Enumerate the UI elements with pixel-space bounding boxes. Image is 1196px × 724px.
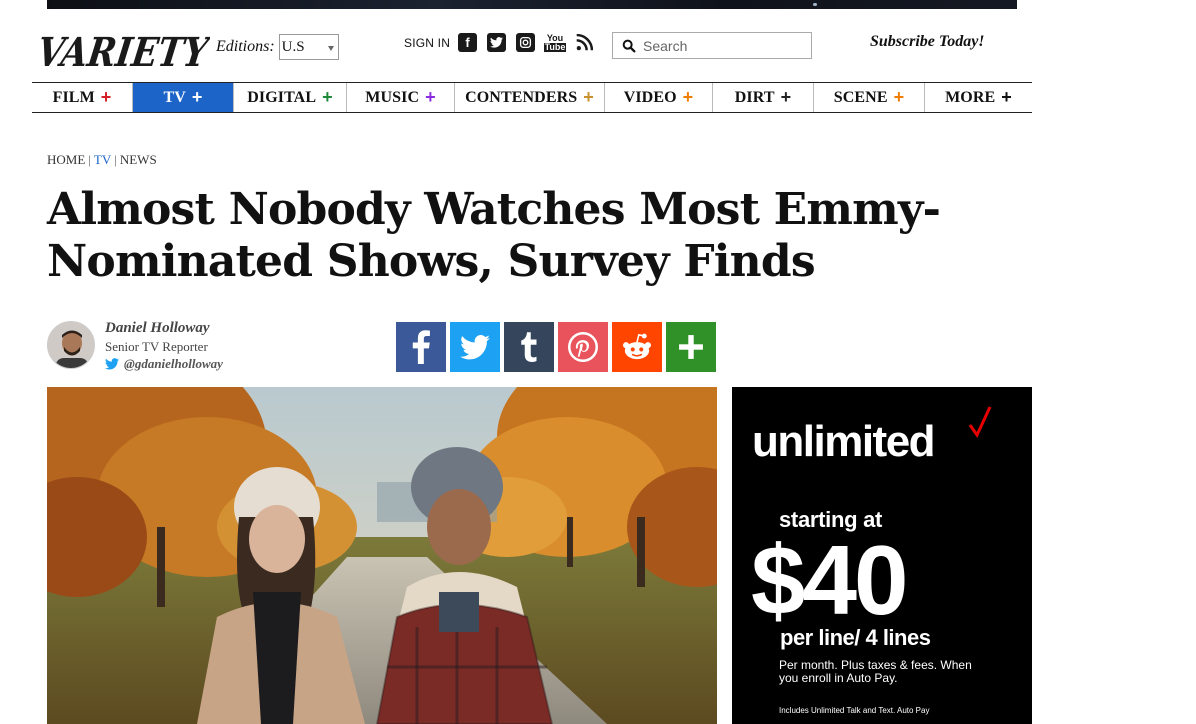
instagram-icon[interactable] bbox=[516, 33, 535, 52]
nav-label: VIDEO bbox=[623, 88, 677, 106]
author-twitter-handle[interactable]: @gdanielholloway bbox=[105, 356, 223, 372]
logo-text: VARIETY bbox=[34, 29, 210, 74]
youtube-icon[interactable]: You Tube bbox=[543, 33, 567, 52]
author-name[interactable]: Daniel Holloway bbox=[105, 320, 210, 337]
nav-item-tv[interactable]: TV + bbox=[133, 83, 234, 112]
search-icon bbox=[622, 39, 636, 52]
nav-item-contenders[interactable]: CONTENDERS + bbox=[455, 83, 605, 112]
search-input[interactable]: Search bbox=[612, 32, 812, 59]
nav-label: TV bbox=[163, 88, 186, 106]
breadcrumb-news[interactable]: NEWS bbox=[120, 152, 157, 167]
plus-icon: + bbox=[425, 87, 436, 107]
variety-logo[interactable]: VARIETY bbox=[34, 22, 210, 74]
nav-label: MORE bbox=[945, 88, 996, 106]
plus-icon: + bbox=[583, 87, 594, 107]
plus-icon: + bbox=[682, 87, 694, 107]
share-reddit-button[interactable] bbox=[612, 322, 662, 372]
editions-selector: Editions: U.S bbox=[216, 34, 339, 60]
nav-item-music[interactable]: MUSIC + bbox=[347, 83, 455, 112]
subscribe-link[interactable]: Subscribe Today! bbox=[870, 33, 985, 51]
share-pinterest-button[interactable] bbox=[558, 322, 608, 372]
twitter-handle-text: @gdanielholloway bbox=[124, 356, 223, 371]
checkmark-icon bbox=[968, 406, 992, 438]
nav-label: CONTENDERS bbox=[465, 88, 578, 106]
author-avatar[interactable] bbox=[47, 321, 95, 369]
breadcrumb-tv[interactable]: TV bbox=[94, 152, 111, 167]
verizon-ad[interactable]: unlimited starting at $40 per line/ 4 li… bbox=[732, 387, 1032, 724]
ad-per-line: per line/ 4 lines bbox=[780, 625, 931, 650]
pinterest-icon bbox=[568, 332, 598, 362]
search-placeholder: Search bbox=[643, 37, 688, 54]
ad-price: $40 bbox=[751, 525, 909, 635]
share-tumblr-button[interactable] bbox=[504, 322, 554, 372]
rss-icon[interactable] bbox=[575, 33, 593, 52]
hero-photo bbox=[47, 387, 717, 724]
breadcrumb: HOME | TV | NEWS bbox=[47, 152, 157, 168]
youtube-text-bottom: Tube bbox=[543, 41, 567, 52]
nav-label: DIRT bbox=[734, 88, 775, 106]
ad-fine-print-small: Includes Unlimited Talk and Text. Auto P… bbox=[779, 706, 930, 715]
nav-label: SCENE bbox=[833, 88, 888, 106]
plus-icon: + bbox=[322, 87, 333, 107]
nav-label: DIGITAL bbox=[247, 88, 317, 106]
plus-icon: + bbox=[780, 87, 792, 107]
editions-label: Editions: bbox=[216, 38, 275, 55]
headline-line-2: Nominated Shows, Survey Finds bbox=[47, 236, 816, 287]
nav-label: FILM bbox=[52, 88, 95, 106]
breadcrumb-separator: | bbox=[88, 152, 91, 167]
share-more-button[interactable] bbox=[666, 322, 716, 372]
plus-icon: + bbox=[100, 87, 112, 107]
tumblr-icon bbox=[521, 332, 537, 362]
share-bar bbox=[396, 322, 716, 372]
header-social-links: f You Tube bbox=[458, 33, 593, 52]
headline-line-1: Almost Nobody Watches Most Emmy- bbox=[47, 184, 941, 235]
twitter-icon[interactable] bbox=[487, 33, 506, 52]
facebook-icon bbox=[412, 330, 430, 364]
edition-selected-value: U.S bbox=[281, 39, 305, 55]
breadcrumb-separator: | bbox=[114, 152, 117, 167]
author-role: Senior TV Reporter bbox=[105, 339, 208, 354]
ad-fine-print: Per month. Plus taxes & fees. When you e… bbox=[779, 658, 972, 685]
nav-item-more[interactable]: MORE + bbox=[925, 83, 1032, 112]
dropdown-caret-icon bbox=[327, 46, 334, 51]
nav-item-digital[interactable]: DIGITAL + bbox=[234, 83, 347, 112]
plus-icon: + bbox=[893, 87, 905, 107]
top-ad-banner[interactable] bbox=[47, 0, 1017, 9]
article-headline: Almost Nobody Watches Most Emmy- Nominat… bbox=[47, 184, 947, 288]
edition-dropdown[interactable]: U.S bbox=[278, 34, 339, 60]
nav-item-scene[interactable]: SCENE + bbox=[814, 83, 925, 112]
share-facebook-button[interactable] bbox=[396, 322, 446, 372]
nav-item-film[interactable]: FILM + bbox=[32, 83, 133, 112]
ad-brand-word: unlimited bbox=[752, 417, 936, 466]
plus-icon: + bbox=[191, 87, 203, 107]
article-hero-image[interactable] bbox=[47, 387, 717, 724]
sign-in-link[interactable]: SIGN IN bbox=[404, 36, 450, 50]
twitter-icon bbox=[105, 358, 119, 370]
main-nav: FILM + TV + DIGITAL + MUSIC + CONTENDERS + VI… bbox=[32, 82, 1032, 113]
nav-label: MUSIC bbox=[365, 88, 420, 106]
plus-icon bbox=[679, 335, 703, 359]
share-twitter-button[interactable] bbox=[450, 322, 500, 372]
breadcrumb-home[interactable]: HOME bbox=[47, 152, 85, 167]
facebook-icon[interactable]: f bbox=[458, 33, 477, 52]
plus-icon: + bbox=[1001, 87, 1012, 107]
twitter-icon bbox=[460, 334, 490, 359]
nav-item-dirt[interactable]: DIRT + bbox=[713, 83, 814, 112]
reddit-icon bbox=[623, 333, 651, 360]
nav-item-video[interactable]: VIDEO + bbox=[605, 83, 713, 112]
